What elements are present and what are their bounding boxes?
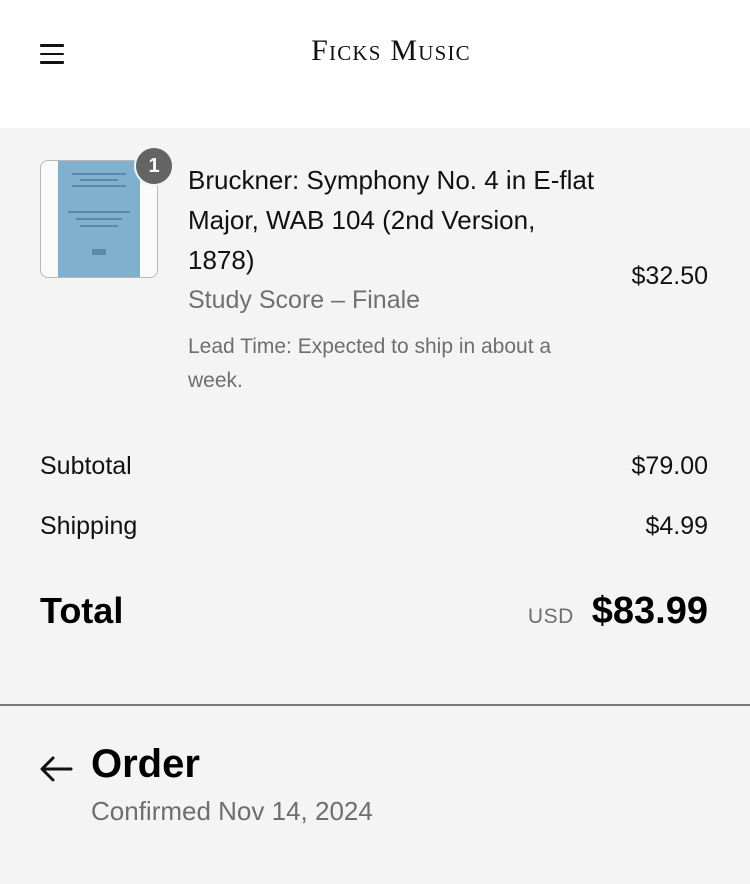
quantity-badge: 1 [134,146,174,186]
line-item-details: Bruckner: Symphony No. 4 in E-flat Major… [188,160,598,398]
app-header: Ficks Music [0,0,750,128]
subtotal-value: $79.00 [631,452,708,480]
product-variant: Study Score – Finale [188,286,421,314]
arrow-left-icon[interactable] [38,754,74,784]
score-cover-image [58,161,140,277]
order-summary: 1 Bruckner: Symphony No. 4 in E-flat Maj… [0,128,750,705]
product-thumbnail: 1 [40,146,174,280]
total-value: $83.99 [591,590,708,632]
shipping-value: $4.99 [645,512,708,540]
subtotal-label: Subtotal [40,452,132,480]
total-row: Total USD $83.99 [40,590,708,633]
order-confirmed-date: Confirmed Nov 14, 2024 [91,796,373,826]
total-label: Total [40,590,124,631]
currency-code: USD [527,605,574,628]
shipping-row: Shipping $4.99 [40,512,708,541]
subtotal-row: Subtotal $79.00 [40,452,708,481]
order-status: Order Confirmed Nov 14, 2024 [0,706,750,884]
store-logo[interactable]: Ficks Music [0,34,750,68]
order-heading: Order [91,742,200,786]
lead-time-note: Lead Time: Expected to ship in about a w… [188,335,552,392]
shipping-label: Shipping [40,512,138,540]
product-title: Bruckner: Symphony No. 4 in E-flat Major… [188,165,595,275]
line-item-price: $32.50 [631,262,708,290]
